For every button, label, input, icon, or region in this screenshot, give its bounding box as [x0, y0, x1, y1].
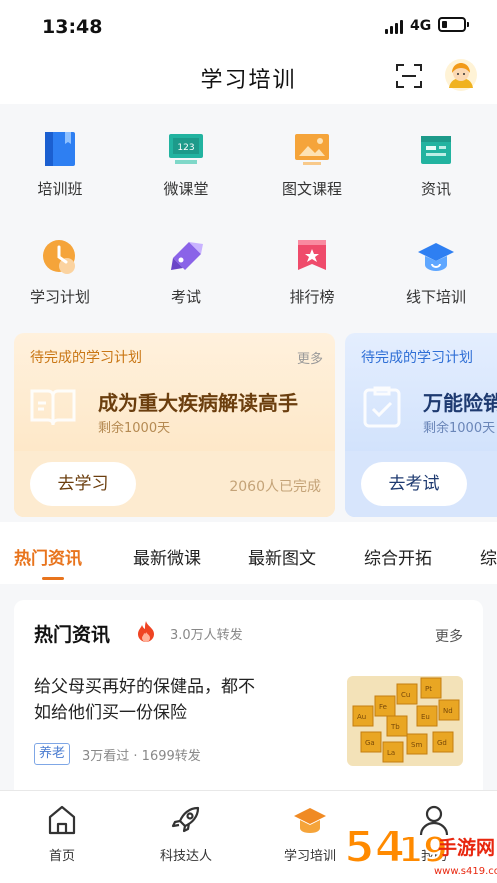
tab-hot-news[interactable]: 热门资讯: [14, 544, 82, 569]
exam-plan-card[interactable]: 待完成的学习计划 万能险销 剩余1000天 去考试: [345, 333, 497, 517]
svg-text:Fe: Fe: [379, 703, 387, 711]
exam-pen-icon: [167, 238, 205, 276]
article-headline-line: 给父母买再好的保健品，都不: [34, 677, 255, 697]
signal-icon: [385, 20, 405, 34]
svg-text:54: 54: [344, 822, 405, 873]
news-section-title: 热门资讯: [34, 624, 111, 646]
book-icon: [41, 130, 79, 168]
svg-text:Sm: Sm: [411, 741, 422, 749]
svg-text:Gd: Gd: [437, 739, 447, 747]
open-book-icon: [28, 385, 78, 429]
tab-overflow[interactable]: 综: [480, 544, 497, 569]
svg-text:Au: Au: [357, 713, 366, 721]
ranking-ribbon-icon: [293, 238, 331, 276]
grid-label: 资讯: [420, 180, 451, 198]
card-remaining: 剩余1000天: [98, 421, 171, 436]
grid-label: 培训班: [37, 180, 83, 198]
article-meta: 3万看过 · 1699转发: [82, 749, 201, 764]
forward-count: 3.0万人转发: [170, 628, 243, 643]
nav-label: 首页: [48, 849, 75, 864]
avatar[interactable]: [444, 58, 478, 92]
svg-text:La: La: [387, 749, 395, 757]
hot-news-card: 热门资讯 3.0万人转发 更多 给父母买再好的保健品，都不 如给他们买一份保险 …: [14, 600, 483, 800]
grid-label: 考试: [170, 288, 201, 306]
news-icon: [417, 130, 455, 168]
nav-item-home[interactable]: 首页: [12, 803, 112, 873]
grid-label: 线下培训: [405, 288, 466, 306]
grid-label: 微课堂: [163, 180, 209, 198]
watermark-logo: 54 19 手游网 www.s419.com: [342, 816, 497, 883]
app-screen: 13:48 4G 学习培训 培训班 123 微课堂 图文课程 资讯 学习计划 考…: [0, 0, 497, 883]
card-tag: 待完成的学习计划: [361, 350, 473, 366]
card-more-link[interactable]: 更多: [297, 348, 323, 367]
grid-item-micro-class[interactable]: 123 微课堂: [136, 130, 236, 220]
clipboard-icon: [359, 385, 409, 429]
svg-text:Ga: Ga: [365, 739, 375, 747]
svg-text:Nd: Nd: [443, 707, 453, 715]
nav-label: 科技达人: [159, 849, 212, 864]
card-remaining: 剩余1000天: [423, 421, 496, 436]
nav-item-tech-expert[interactable]: 科技达人: [136, 803, 236, 873]
grid-item-ranking[interactable]: 排行榜: [262, 238, 362, 328]
tab-comprehensive[interactable]: 综合开拓: [364, 544, 432, 569]
grid-label: 排行榜: [289, 288, 335, 306]
svg-text:Pt: Pt: [425, 685, 432, 693]
tab-latest-micro[interactable]: 最新微课: [133, 544, 201, 569]
start-study-button[interactable]: 去学习: [30, 462, 136, 506]
tab-indicator: [42, 577, 64, 580]
battery-icon: [438, 17, 469, 32]
article-thumbnail[interactable]: Au Fe Cu Pt Nd Eu Tb Ga Sm Gd La: [347, 676, 463, 766]
study-plan-card[interactable]: 待完成的学习计划 更多 成为重大疾病解读高手 剩余1000天 去学习 2060人…: [14, 333, 335, 517]
article-tag: 养老: [34, 743, 71, 765]
grid-item-training-class[interactable]: 培训班: [10, 130, 110, 220]
svg-text:手游网: 手游网: [438, 836, 495, 859]
grid-item-news[interactable]: 资讯: [386, 130, 486, 220]
svg-text:Eu: Eu: [421, 713, 430, 721]
svg-text:www.s419.com: www.s419.com: [434, 866, 497, 877]
network-label: 4G: [410, 18, 432, 34]
svg-text:Cu: Cu: [401, 691, 410, 699]
header: 学习培训: [0, 52, 497, 104]
svg-text:123: 123: [177, 143, 194, 153]
status-bar: 13:48 4G: [0, 0, 497, 52]
grid-label: 学习计划: [29, 288, 90, 306]
grid-label: 图文课程: [281, 180, 342, 198]
content-tabs: 热门资讯 最新微课 最新图文 综合开拓 综: [0, 530, 497, 584]
status-time: 13:48: [42, 16, 103, 38]
completed-count: 2060人已完成: [229, 479, 321, 495]
grid-item-study-plan[interactable]: 学习计划: [10, 238, 110, 328]
card-tag: 待完成的学习计划: [30, 350, 142, 366]
scan-icon[interactable]: [395, 62, 423, 90]
rocket-icon: [169, 803, 203, 837]
article-headline[interactable]: 给父母买再好的保健品，都不 如给他们买一份保险: [34, 674, 324, 726]
start-exam-button[interactable]: 去考试: [361, 462, 467, 506]
graduation-cap-icon: [417, 238, 455, 276]
classroom-board-icon: 123: [167, 130, 205, 168]
card-title: 万能险销: [423, 391, 497, 415]
grid-item-exam[interactable]: 考试: [136, 238, 236, 328]
tab-latest-graphic[interactable]: 最新图文: [248, 544, 316, 569]
picture-course-icon: [293, 130, 331, 168]
grid-item-picture-course[interactable]: 图文课程: [262, 130, 362, 220]
home-icon: [45, 803, 79, 837]
fire-icon: [136, 620, 156, 642]
card-title: 成为重大疾病解读高手: [98, 391, 298, 415]
article-headline-line: 如给他们买一份保险: [34, 703, 187, 723]
svg-text:Tb: Tb: [390, 723, 400, 731]
grid-item-offline-training[interactable]: 线下培训: [386, 238, 486, 328]
graduation-cap-icon: [293, 803, 327, 837]
clock-icon: [41, 238, 79, 276]
news-more-link[interactable]: 更多: [435, 626, 463, 646]
